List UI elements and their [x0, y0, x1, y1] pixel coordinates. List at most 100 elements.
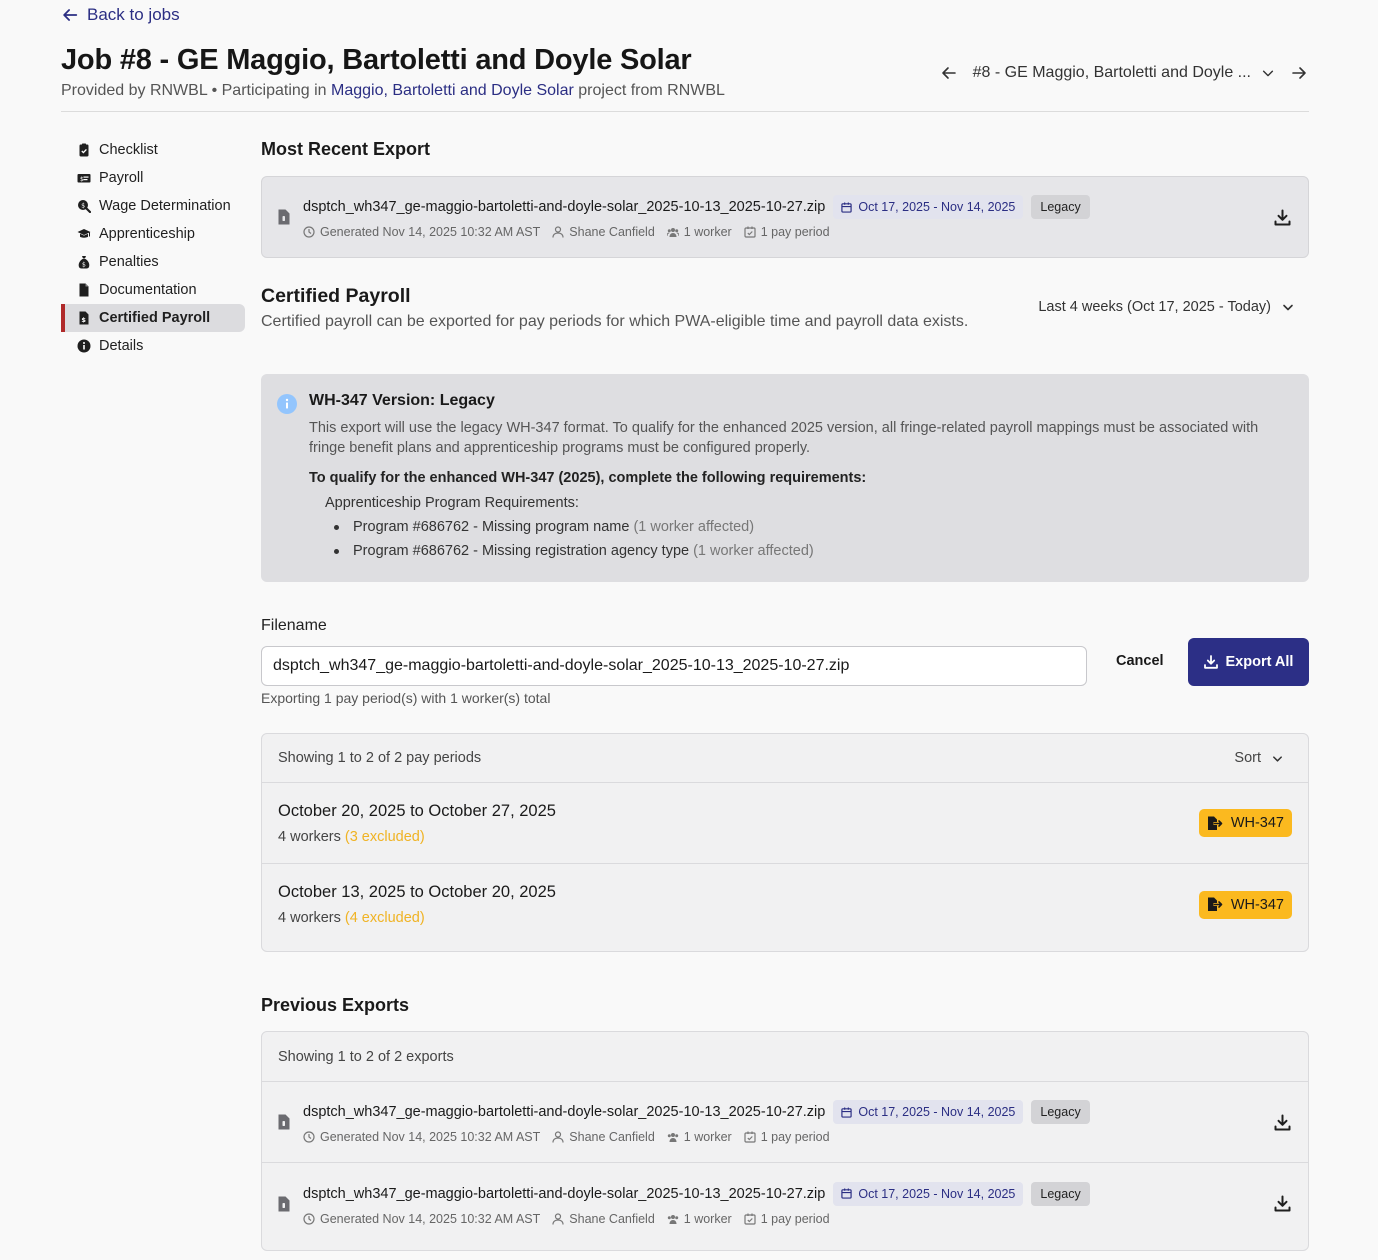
clock-icon	[303, 1131, 315, 1143]
back-to-jobs-link[interactable]: Back to jobs	[61, 5, 180, 25]
job-selector-label: #8 - GE Maggio, Bartoletti and Doyle ...	[972, 64, 1251, 81]
svg-text:$: $	[82, 262, 86, 269]
list-item: dsptch_wh347_ge-maggio-bartoletti-and-do…	[262, 1082, 1308, 1163]
sidebar-item-label: Penalties	[99, 254, 159, 270]
file-export-icon	[1207, 816, 1223, 830]
periods-count: 1 pay period	[760, 1211, 830, 1226]
requirements-heading: Apprenticeship Program Requirements:	[325, 495, 579, 511]
user-meta: Shane Canfield	[552, 1130, 655, 1144]
notice-title: WH-347 Version: Legacy	[309, 392, 495, 409]
workers-count: 4 workers	[278, 828, 341, 845]
page-subtitle: Provided by RNWBL • Participating in Mag…	[61, 82, 725, 100]
user-meta: Shane Canfield	[552, 1212, 655, 1226]
wh347-version-notice: WH-347 Version: Legacy This export will …	[261, 374, 1309, 582]
periods-count: 1 pay period	[760, 1130, 830, 1144]
version-badge: Legacy	[1031, 195, 1090, 219]
sidebar-item-penalties[interactable]: $ Penalties	[61, 248, 245, 276]
calendar-icon	[841, 201, 853, 213]
sidebar-item-details[interactable]: Details	[61, 332, 245, 360]
chevron-down-icon	[1262, 70, 1274, 77]
list-item: Program #686762 - Missing program name (1…	[334, 515, 1293, 539]
filename-input[interactable]	[261, 646, 1087, 686]
sidebar-item-documentation[interactable]: Documentation	[61, 276, 245, 304]
sidebar-item-certified-payroll[interactable]: $ Certified Payroll	[61, 304, 245, 332]
wh347-export-button[interactable]: WH-347	[1198, 890, 1292, 919]
export-row: dsptch_wh347_ge-maggio-bartoletti-and-do…	[262, 195, 1308, 239]
excluded-count: (4 excluded)	[344, 910, 425, 926]
workers-count: 1 worker	[683, 225, 732, 239]
notice-body: This export will use the legacy WH-347 f…	[309, 420, 1259, 456]
file-icon	[77, 283, 91, 297]
download-icon	[1274, 1114, 1290, 1130]
next-job-button[interactable]	[1289, 63, 1309, 83]
pay-period-row: October 13, 2025 to October 20, 2025 4 w…	[262, 864, 1308, 945]
sidebar-item-payroll[interactable]: $ Payroll	[61, 164, 245, 192]
export-filename: dsptch_wh347_ge-maggio-bartoletti-and-do…	[303, 199, 826, 215]
sidebar-item-label: Certified Payroll	[99, 310, 211, 326]
svg-text:$: $	[81, 202, 85, 209]
previous-exports-header: Showing 1 to 2 of 2 exports	[262, 1032, 1308, 1082]
user-name: Shane Canfield	[569, 225, 655, 239]
requirement-text: Program #686762 - Missing program name	[353, 519, 630, 535]
clock-icon	[303, 1212, 315, 1225]
back-to-jobs-label: Back to jobs	[87, 5, 180, 24]
file-export-icon	[1207, 897, 1223, 911]
calendar-check-icon	[744, 1131, 756, 1143]
date-range-select[interactable]: Last 4 weeks (Oct 17, 2025 - Today)	[1038, 299, 1295, 315]
sidebar-item-label: Checklist	[99, 142, 158, 158]
download-icon	[1274, 1195, 1290, 1212]
date-range-label: Oct 17, 2025 - Nov 14, 2025	[858, 1105, 1016, 1119]
date-range-badge: Oct 17, 2025 - Nov 14, 2025	[833, 195, 1024, 219]
download-button[interactable]	[1272, 1194, 1292, 1214]
generated-meta: Generated Nov 14, 2025 10:32 AM AST	[303, 1212, 540, 1226]
download-icon	[1203, 655, 1218, 669]
job-selector[interactable]: #8 - GE Maggio, Bartoletti and Doyle ...	[973, 64, 1275, 82]
sidebar-item-checklist[interactable]: Checklist	[61, 136, 245, 164]
requirement-text: Program #686762 - Missing registration a…	[353, 543, 690, 559]
periods-meta: 1 pay period	[744, 225, 830, 239]
zip-file-icon	[278, 1196, 290, 1212]
export-filename: dsptch_wh347_ge-maggio-bartoletti-and-do…	[303, 1185, 826, 1202]
sidebar-item-apprenticeship[interactable]: Apprenticeship	[61, 220, 245, 248]
pay-periods-count: Showing 1 to 2 of 2 pay periods	[278, 750, 482, 766]
requirement-affected: (1 worker affected)	[693, 543, 814, 559]
export-summary-text: Exporting 1 pay period(s) with 1 worker(…	[261, 690, 551, 706]
cancel-button[interactable]: Cancel	[1116, 653, 1164, 669]
periods-meta: 1 pay period	[744, 1130, 830, 1144]
users-icon	[667, 1214, 678, 1224]
sort-button[interactable]: Sort	[1234, 750, 1284, 766]
generated-text: Generated Nov 14, 2025 10:32 AM AST	[320, 1130, 541, 1144]
clipboard-check-icon	[77, 143, 91, 157]
sidebar-item-wage-determination[interactable]: $ Wage Determination	[61, 192, 245, 220]
project-link[interactable]: Maggio, Bartoletti and Doyle Solar	[331, 82, 574, 99]
zip-file-icon	[278, 209, 290, 225]
export-info: dsptch_wh347_ge-maggio-bartoletti-and-do…	[303, 195, 1272, 239]
sidebar-item-label: Apprenticeship	[99, 226, 195, 242]
date-range-label: Oct 17, 2025 - Nov 14, 2025	[858, 200, 1016, 214]
export-info: dsptch_wh347_ge-maggio-bartoletti-and-do…	[303, 1100, 1272, 1144]
download-button[interactable]	[1272, 207, 1292, 227]
generated-meta: Generated Nov 14, 2025 10:32 AM AST	[303, 225, 540, 239]
download-button[interactable]	[1272, 1112, 1292, 1132]
generated-text: Generated Nov 14, 2025 10:32 AM AST	[320, 1211, 541, 1226]
sidebar-nav: Checklist $ Payroll $ Wage Determination…	[61, 136, 245, 360]
excluded-count: (3 excluded)	[344, 828, 425, 845]
periods-meta: 1 pay period	[744, 1212, 830, 1226]
search-dollar-icon: $	[77, 199, 91, 213]
certified-payroll-description: Certified payroll can be exported for pa…	[261, 313, 969, 330]
file-invoice-icon: $	[77, 311, 91, 325]
workers-count: 1 worker	[683, 1130, 732, 1144]
previous-job-button[interactable]	[939, 63, 959, 83]
pay-period-row: October 20, 2025 to October 27, 2025 4 w…	[262, 783, 1308, 864]
export-all-button[interactable]: Export All	[1188, 638, 1309, 686]
requirement-affected: (1 worker affected)	[633, 519, 755, 535]
export-filename: dsptch_wh347_ge-maggio-bartoletti-and-do…	[303, 1104, 826, 1120]
date-range-label: Oct 17, 2025 - Nov 14, 2025	[858, 1186, 1016, 1201]
info-circle-icon	[77, 339, 91, 353]
arrow-left-icon	[63, 9, 78, 21]
info-icon	[277, 394, 297, 414]
pay-periods-header: Showing 1 to 2 of 2 pay periods Sort	[262, 734, 1308, 783]
zip-file-icon	[278, 1114, 290, 1130]
wh347-export-button[interactable]: WH-347	[1198, 809, 1292, 837]
workers-meta: 1 worker	[666, 225, 732, 239]
